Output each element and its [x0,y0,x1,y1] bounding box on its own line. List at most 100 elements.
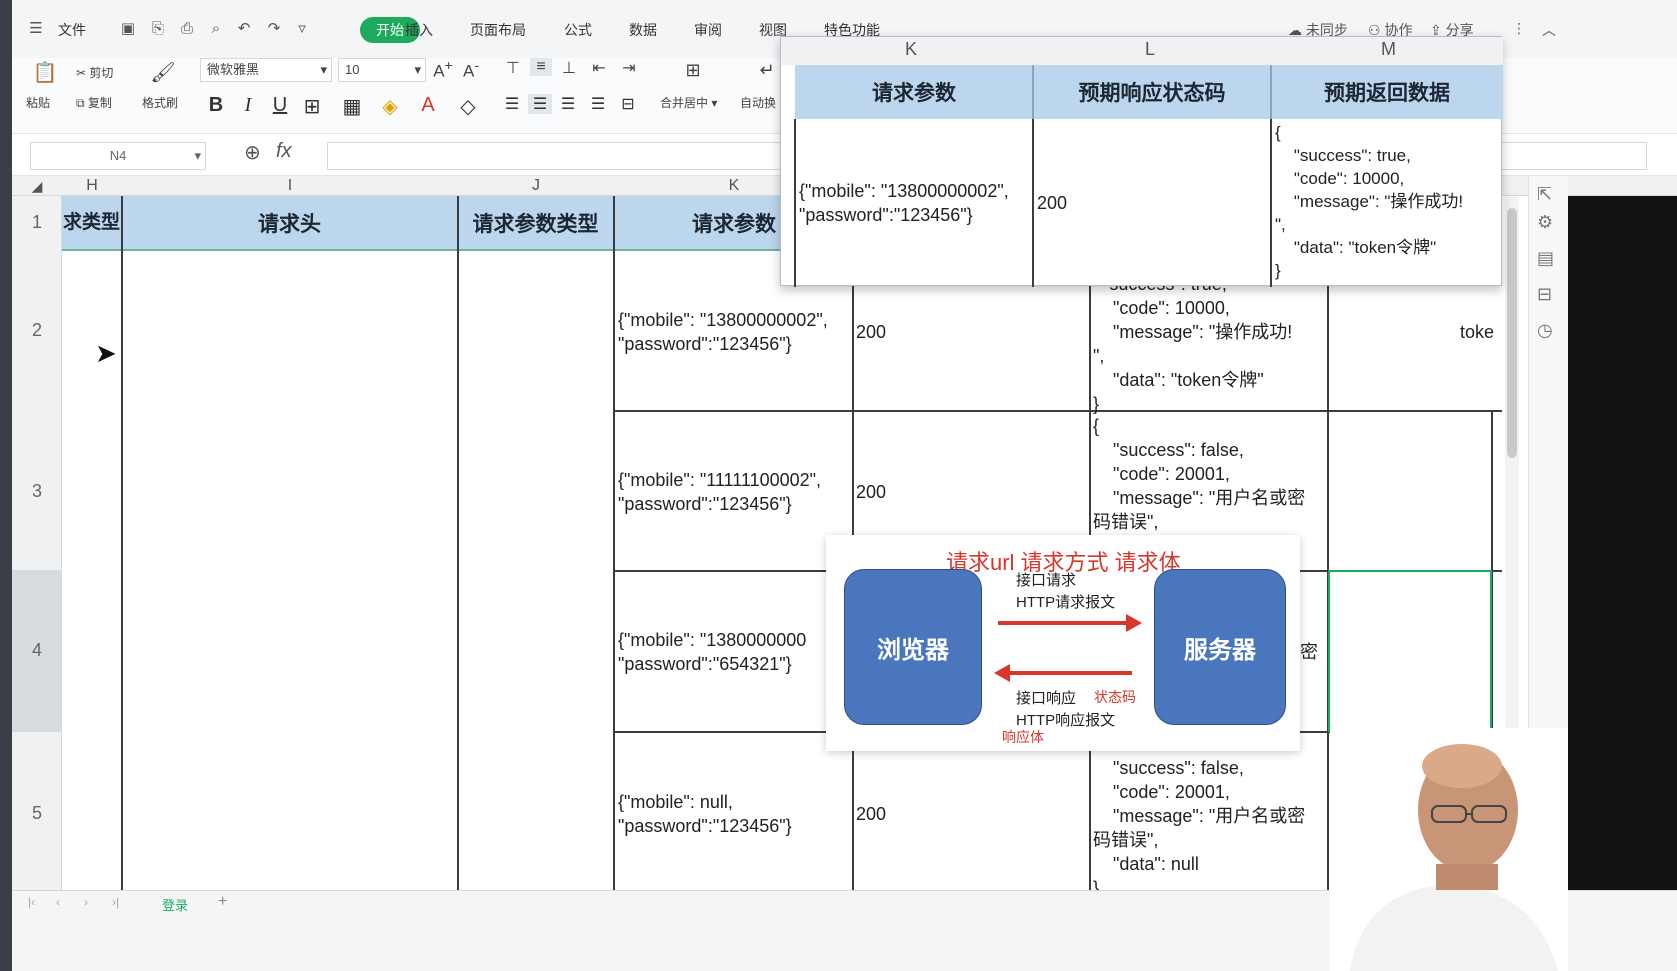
font-name-select[interactable]: 微软雅黑 ▾ [200,58,332,82]
align-center-icon[interactable]: ☰ [528,94,552,114]
quick-dropdown-icon[interactable]: ▿ [292,19,312,39]
bold-button[interactable]: B [204,94,228,117]
row-number-4[interactable]: 4 [12,640,62,661]
server-box: 服务器 [1154,569,1286,725]
redo-icon[interactable]: ↷ [264,19,284,39]
font-shrink-icon[interactable]: A- [460,58,482,82]
cell-m4[interactable]: 密 [1300,640,1318,664]
format-painter-icon[interactable]: 🖌 [148,60,178,85]
merge-center-label[interactable]: 合并居中 ▾ [660,94,717,111]
align-middle-icon[interactable]: ≡ [530,58,552,76]
copy-button[interactable]: ⧉ 复制 [76,94,112,111]
wrap-text-icon[interactable]: ↵ [752,60,782,81]
cell-k4[interactable]: {"mobile": "1380000000 "password":"65432… [618,628,806,676]
row-number-3[interactable]: 3 [12,481,62,502]
align-top-icon[interactable]: ⊤ [502,58,524,78]
distribute-icon[interactable]: ⊟ [616,94,640,114]
grid-line [613,196,615,890]
sidebar-settings-icon[interactable]: ⚙ [1537,212,1553,233]
selected-cell-n4[interactable] [1328,570,1492,732]
cell-style-icon[interactable]: ▦ [340,94,364,119]
align-bottom-icon[interactable]: ⊥ [558,58,580,78]
menu-file[interactable]: 文件 [58,20,86,40]
sidebar-history-icon[interactable]: ◷ [1537,320,1553,341]
merge-center-icon[interactable]: ⊞ [678,60,708,81]
add-sheet-icon[interactable]: + [218,893,227,911]
indent-increase-icon[interactable]: ⇥ [618,58,640,78]
export-icon[interactable]: ⎘ [148,19,168,39]
fill-color-icon[interactable]: ◈ [378,94,402,119]
clear-format-icon[interactable]: ◇ [456,94,480,119]
underline-button[interactable]: U [268,94,292,117]
cell-l5[interactable]: 200 [856,802,886,826]
cell-k3[interactable]: {"mobile": "11111100002", "password":"12… [618,468,821,516]
align-left-icon[interactable]: ☰ [500,94,524,114]
menu-review[interactable]: 审阅 [694,20,722,40]
cell-k5[interactable]: {"mobile": null, "password":"123456"} [618,790,792,838]
col-header-i[interactable]: I [122,176,458,196]
cell-l2[interactable]: 200 [856,320,886,344]
sheet-tab-login[interactable]: 登录 [162,895,188,914]
sidebar-chart-icon[interactable]: ⊟ [1537,284,1552,305]
browser-box: 浏览器 [844,569,982,725]
cell-k2[interactable]: {"mobile": "13800000002", "password":"12… [618,308,828,356]
italic-button[interactable]: I [236,94,260,117]
save-icon[interactable]: ▣ [118,19,138,39]
cell-m5[interactable]: "success": false, "code": 20001, "messag… [1093,756,1305,900]
font-grow-icon[interactable]: A+ [432,58,454,82]
hamburger-icon[interactable]: ☰ [26,19,46,39]
chevron-down-icon: ▾ [414,62,421,77]
popup-grid-line [1032,65,1034,119]
border-icon[interactable]: ⊞ [300,94,324,119]
print-icon[interactable]: ⎙ [177,19,197,39]
menu-page-layout[interactable]: 页面布局 [470,20,526,40]
collapse-icon[interactable]: ︿ [1542,20,1556,40]
col-header-h[interactable]: H [62,176,122,196]
sheet-nav-next-icon[interactable]: › [84,895,88,909]
indent-decrease-icon[interactable]: ⇤ [588,58,610,78]
http-flow-diagram[interactable]: 请求url 请求方式 请求体 浏览器 服务器 接口请求 HTTP请求报文 接口响… [826,535,1300,751]
font-size-select[interactable]: 10 ▾ [338,58,426,82]
header-request-headers[interactable]: 请求头 [122,196,458,250]
justify-icon[interactable]: ☰ [586,94,610,114]
scrollbar-thumb[interactable] [1507,208,1517,458]
row-number-5[interactable]: 5 [12,803,62,824]
left-dock-strip [0,0,12,971]
paste-icon[interactable]: 📋 [30,60,60,85]
header-param-type[interactable]: 请求参数类型 [458,196,614,250]
cut-button[interactable]: ✂ 剪切 [76,64,113,81]
sheet-nav-last-icon[interactable]: ›| [112,895,119,909]
fx-icon[interactable]: fx [276,140,292,163]
cell-n2[interactable]: toke [1460,320,1494,344]
align-right-icon[interactable]: ☰ [556,94,580,114]
row-header-column: 1 2 3 4 5 [12,196,62,890]
format-painter-label[interactable]: 格式刷 [142,94,178,111]
row-number-1[interactable]: 1 [12,212,62,233]
menu-formula[interactable]: 公式 [564,20,592,40]
sidebar-select-icon[interactable]: ⇱ [1537,184,1552,205]
request-arrow-icon [998,614,1142,632]
sheet-nav-prev-icon[interactable]: ‹ [56,895,60,909]
wrap-text-label[interactable]: 自动换 [740,94,776,111]
cell-l3[interactable]: 200 [856,480,886,504]
menu-insert[interactable]: 插入 [405,20,433,40]
header-request-type[interactable]: 求类型 [62,196,122,250]
paste-label[interactable]: 粘贴 [26,94,50,111]
zoom-icon[interactable]: ⊕ [244,140,261,165]
select-all-corner[interactable]: ◢ [12,176,62,196]
cell-m2[interactable]: "success": true, "code": 10000, "message… [1093,272,1292,416]
copy-label: 复制 [87,96,112,110]
popup-grid-line [1032,119,1034,287]
menu-data[interactable]: 数据 [629,20,657,40]
preview-icon[interactable]: ⌕ [206,19,226,39]
row-number-2[interactable]: 2 [12,320,62,341]
sidebar-table-icon[interactable]: ▤ [1537,248,1554,269]
spreadsheet-window: { "menubar": { "items": ["文件", "开始", "插入… [0,0,1677,971]
sheet-nav-first-icon[interactable]: |‹ [28,895,35,909]
col-header-j[interactable]: J [458,176,614,196]
undo-icon[interactable]: ↶ [234,19,254,39]
name-box[interactable]: N4 ▾ [30,142,206,170]
font-color-icon[interactable]: A [416,94,440,117]
more-icon[interactable]: ⋮ [1512,20,1526,37]
cell-m3[interactable]: { "success": false, "code": 20001, "mess… [1093,414,1305,534]
